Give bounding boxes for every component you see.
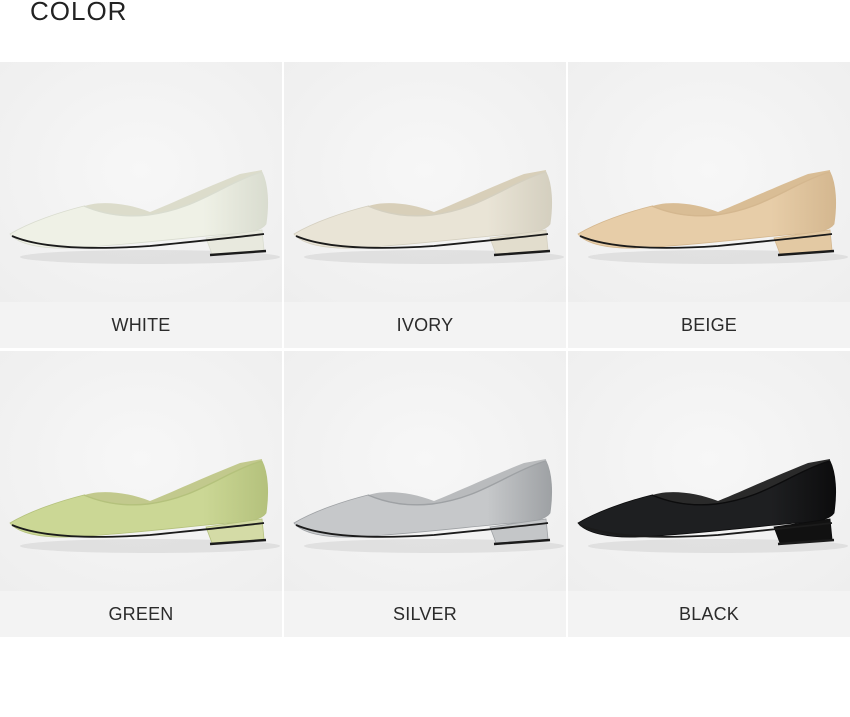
shoe-illustration (568, 351, 850, 591)
color-card-silver[interactable]: SILVER (284, 351, 566, 637)
color-card-beige[interactable]: BEIGE (568, 62, 850, 348)
shoe-illustration (284, 351, 566, 591)
shoe-illustration (284, 62, 566, 302)
shoe-image (0, 62, 282, 302)
shoe-illustration (568, 62, 850, 302)
color-label: GREEN (108, 604, 174, 624)
color-label: SILVER (393, 604, 457, 624)
color-label: WHITE (111, 315, 171, 335)
shoe-image (284, 351, 566, 591)
color-label: IVORY (396, 315, 454, 335)
shoe-image (0, 351, 282, 591)
color-card-black[interactable]: BLACK (568, 351, 850, 637)
section-title: COLOR (30, 0, 128, 26)
color-card-white[interactable]: WHITE (0, 62, 282, 348)
shoe-image (284, 62, 566, 302)
shoe-illustration (0, 62, 282, 302)
color-label: BLACK (678, 604, 740, 624)
shoe-illustration (0, 351, 282, 591)
color-swatch-grid: WHITE IVORY BEIGE GREEN SILVER BLACK (0, 62, 850, 637)
color-label: BEIGE (680, 315, 738, 335)
color-card-green[interactable]: GREEN (0, 351, 282, 637)
color-card-ivory[interactable]: IVORY (284, 62, 566, 348)
shoe-image (568, 62, 850, 302)
shoe-image (568, 351, 850, 591)
